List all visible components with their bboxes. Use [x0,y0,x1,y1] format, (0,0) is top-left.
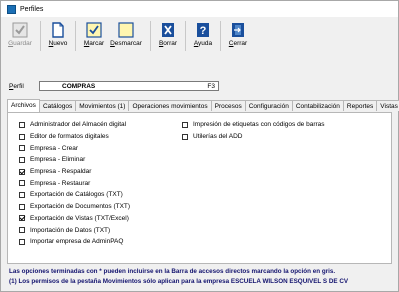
permission-label: Importar empresa de AdminPAQ [30,238,124,246]
unmark-label: Desmarcar [110,40,142,47]
checked-checkbox[interactable] [19,168,25,175]
app-icon [7,4,16,14]
unchecked-checkbox[interactable] [19,203,25,210]
permission-label: Impresión de etiquetas con códigos de ba… [193,121,325,129]
tab-vistas[interactable]: Vistas [376,100,399,111]
unchecked-checkbox[interactable] [182,133,188,140]
unchecked-checkbox[interactable] [19,145,25,152]
unchecked-checkbox[interactable] [19,133,25,140]
note-shortcuts: Las opciones terminadas con * pueden inc… [9,268,336,275]
permission-label: Empresa - Eliminar [30,156,86,164]
tab-movimientos[interactable]: Movimientos (1) [75,100,130,111]
permissions-right-column: Impresión de etiquetas con códigos de ba… [182,119,325,142]
permission-label: Editor de formatos digitales [30,133,109,141]
unchecked-checkbox[interactable] [19,227,25,234]
new-button[interactable]: Nuevo [46,19,70,53]
help-label: Ayuda [193,40,213,47]
help-icon: ? [197,23,209,37]
unmark-checkbox-icon [118,22,134,38]
toolbar-separator [185,21,186,51]
permission-label: Importación de Datos (TXT) [30,226,111,234]
tab-procesos[interactable]: Procesos [210,100,246,111]
permission-label: Utilerías del ADD [193,133,243,141]
toolbar: Guardar Nuevo Marcar Desmarcar Borrar ? … [5,19,395,53]
permission-checkbox-item[interactable]: Empresa - Restaurar [19,177,130,189]
note-movimientos: (1) Los permisos de la pestaña Movimient… [9,278,349,285]
permission-checkbox-item[interactable]: Empresa - Eliminar [19,154,130,166]
permissions-left-column: Administrador del Almacén digital Editor … [19,119,130,248]
window-title: Perfiles [20,5,44,13]
profile-label: Perfil [9,82,24,90]
unmark-button[interactable]: Desmarcar [107,19,145,53]
tab-panel-archivos: Administrador del Almacén digital Editor … [7,112,392,264]
toolbar-separator [40,21,41,51]
toolbar-separator [75,21,76,51]
profile-input[interactable]: COMPRAS F3 [39,81,219,91]
permission-label: Exportación de Documentos (TXT) [30,203,131,211]
unchecked-checkbox[interactable] [182,121,188,128]
checked-checkbox[interactable] [19,215,25,222]
mark-button[interactable]: Marcar [81,19,107,53]
notes: Las opciones terminadas con * pueden inc… [9,267,348,287]
mark-label: Marcar [83,40,105,47]
permission-label: Empresa - Crear [30,144,79,152]
perfiles-window: Perfiles Guardar Nuevo Marcar Desmarcar … [0,0,399,292]
help-button[interactable]: ? Ayuda [191,19,215,53]
unchecked-checkbox[interactable] [19,121,25,128]
tab-archivos[interactable]: Archivos [7,99,40,112]
new-document-icon [52,22,64,38]
unchecked-checkbox[interactable] [19,180,25,187]
permission-label: Empresa - Restaurar [30,179,91,187]
close-label: Cerrar [228,40,248,47]
profile-lookup-shortcut[interactable]: F3 [207,82,215,91]
new-label: Nuevo [48,40,68,47]
permission-checkbox-item[interactable]: Empresa - Respaldar [19,166,130,178]
tab-contabilizacion[interactable]: Contabilización [291,100,344,111]
permission-label: Exportación de Catálogos (TXT) [30,191,123,199]
mark-checkbox-icon [86,22,102,38]
unchecked-checkbox[interactable] [19,156,25,163]
close-door-icon [232,23,244,37]
close-button[interactable]: Cerrar [226,19,250,53]
tab-configuracion[interactable]: Configuración [244,100,293,111]
permission-checkbox-item[interactable]: Importar empresa de AdminPAQ [19,236,130,248]
title-bar: Perfiles [1,1,398,17]
toolbar-separator [150,21,151,51]
unchecked-checkbox[interactable] [19,238,25,245]
permission-checkbox-item[interactable]: Exportación de Documentos (TXT) [19,201,130,213]
permission-label: Exportación de Vistas (TXT/Excel) [30,214,129,222]
permission-checkbox-item[interactable]: Impresión de etiquetas con códigos de ba… [182,119,325,131]
permission-checkbox-item[interactable]: Utilerías del ADD [182,131,325,143]
profile-value: COMPRAS [62,83,96,90]
delete-label: Borrar [158,40,178,47]
permission-checkbox-item[interactable]: Empresa - Crear [19,142,130,154]
unchecked-checkbox[interactable] [19,191,25,198]
permission-checkbox-item[interactable]: Editor de formatos digitales [19,131,130,143]
delete-icon [162,23,174,37]
permission-checkbox-item[interactable]: Exportación de Vistas (TXT/Excel) [19,213,130,225]
permission-checkbox-item[interactable]: Importación de Datos (TXT) [19,224,130,236]
permission-label: Administrador del Almacén digital [30,121,127,129]
tab-reportes[interactable]: Reportes [342,100,378,111]
toolbar-separator [220,21,221,51]
profile-field-row: Perfil COMPRAS F3 [9,81,219,91]
tab-operaciones-movimientos[interactable]: Operaciones movimientos [128,100,212,111]
tab-bar: Archivos Catálogos Movimientos (1) Opera… [7,99,399,112]
svg-text:?: ? [200,25,207,37]
save-button[interactable]: Guardar [5,19,35,53]
tab-catalogos[interactable]: Catálogos [38,100,77,111]
permission-label: Empresa - Respaldar [30,168,92,176]
save-check-icon [12,22,28,38]
permission-checkbox-item[interactable]: Administrador del Almacén digital [19,119,130,131]
permission-checkbox-item[interactable]: Exportación de Catálogos (TXT) [19,189,130,201]
delete-button[interactable]: Borrar [156,19,180,53]
save-label: Guardar [8,40,32,47]
